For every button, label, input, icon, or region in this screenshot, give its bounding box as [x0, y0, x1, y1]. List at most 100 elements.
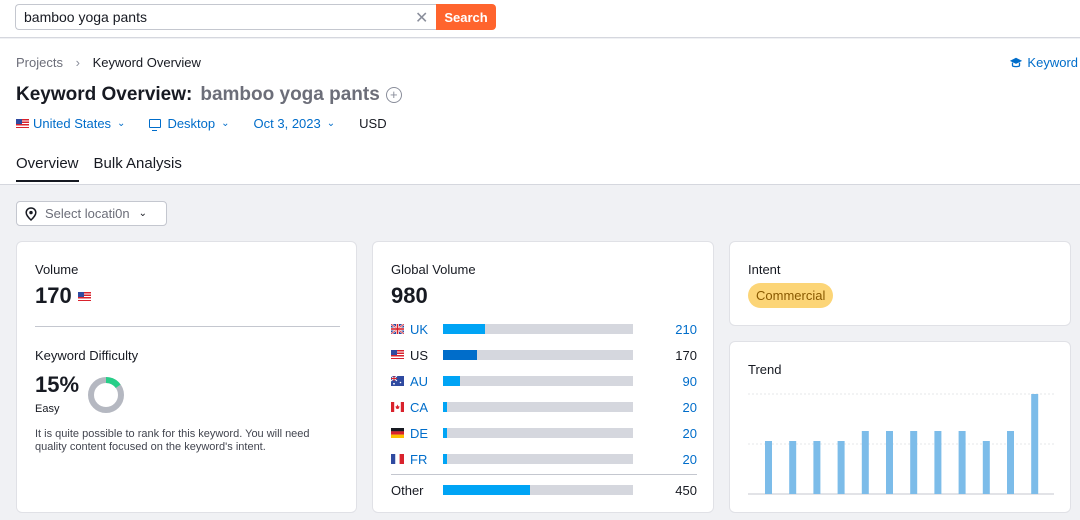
- keyword-guide-label: Keyword: [1027, 55, 1078, 70]
- volume-bar: [443, 428, 633, 438]
- country-code[interactable]: AU: [410, 374, 434, 389]
- volume-bar-fill: [443, 324, 485, 334]
- divider: [35, 326, 340, 327]
- country-volume: 170: [675, 347, 697, 363]
- trend-bar[interactable]: [837, 441, 845, 494]
- trend-bar[interactable]: [765, 441, 772, 494]
- other-volume: 450: [675, 482, 697, 498]
- us-flag-icon: [16, 119, 29, 128]
- breadcrumb-current: Keyword Overview: [92, 55, 201, 70]
- chevron-down-icon: ⌄: [326, 118, 336, 129]
- page-title-prefix: Keyword Overview:: [16, 84, 193, 105]
- country-row-uk: UK 210: [391, 321, 697, 337]
- country-row-fr: FR 20: [391, 451, 697, 467]
- tab-bulk-analysis[interactable]: Bulk Analysis: [94, 155, 182, 182]
- date-filter[interactable]: Oct 3, 2023 ⌄: [254, 116, 336, 131]
- search-field[interactable]: ✕: [15, 4, 437, 30]
- intent-label: Intent: [748, 262, 781, 277]
- volume-bar-fill: [443, 402, 447, 412]
- breadcrumb: Projects › Keyword Overview: [16, 55, 201, 70]
- breadcrumb-chevron-icon: ›: [75, 55, 80, 70]
- volume-bar-fill: [443, 454, 447, 464]
- global-volume-value: 980: [391, 283, 428, 308]
- chevron-down-icon: ⌄: [138, 208, 147, 219]
- search-button[interactable]: Search: [436, 4, 496, 30]
- fr-flag-icon: [391, 454, 404, 464]
- filters-bar: United States ⌄ Desktop ⌄ Oct 3, 2023 ⌄ …: [16, 116, 387, 131]
- volume-bar: [443, 485, 633, 495]
- country-volume[interactable]: 90: [683, 374, 697, 389]
- country-filter[interactable]: United States ⌄: [16, 116, 125, 131]
- us-flag-icon: [77, 291, 91, 301]
- trend-bar[interactable]: [813, 441, 821, 494]
- add-to-list-icon[interactable]: +: [385, 87, 402, 103]
- location-pin-icon: [25, 206, 37, 221]
- search-input[interactable]: [16, 5, 396, 29]
- chevron-down-icon: ⌄: [117, 118, 126, 129]
- trend-card: Trend: [729, 341, 1071, 513]
- trend-label: Trend: [748, 362, 782, 377]
- country-volume[interactable]: 20: [683, 400, 697, 415]
- trend-bar[interactable]: [886, 431, 893, 494]
- difficulty-value: 15%: [35, 372, 80, 397]
- difficulty-donut: [88, 377, 124, 413]
- volume-bar-fill: [443, 485, 531, 495]
- volume-bar: [443, 350, 633, 360]
- trend-bar[interactable]: [1007, 431, 1014, 494]
- currency-label: USD: [359, 116, 387, 131]
- volume-card: Volume 170 Keyword Difficulty 15% Easy I…: [16, 241, 357, 513]
- volume-bar: [443, 376, 633, 386]
- volume-bar-fill: [443, 376, 461, 386]
- intent-badge: Commercial: [748, 283, 834, 308]
- country-code[interactable]: FR: [410, 452, 434, 467]
- tab-overview[interactable]: Overview: [16, 155, 79, 182]
- keyword-guide-link[interactable]: Keyword: [1009, 55, 1078, 70]
- global-volume-card: Global Volume 980 UK 210 US 170 AU 90 CA…: [372, 241, 714, 513]
- volume-bar: [443, 454, 633, 464]
- country-row-de: DE 20: [391, 425, 697, 441]
- country-code[interactable]: CA: [410, 400, 434, 415]
- country-row-au: AU 90: [391, 373, 697, 389]
- country-code[interactable]: DE: [410, 426, 434, 441]
- location-select[interactable]: Select locati0n ⌄: [16, 201, 167, 226]
- global-volume-label: Global Volume: [391, 262, 476, 277]
- country-code: US: [410, 347, 429, 363]
- location-select-placeholder: Select locati0n: [45, 206, 130, 221]
- trend-bar[interactable]: [1031, 394, 1039, 494]
- trend-bar[interactable]: [958, 431, 966, 494]
- difficulty-level: Easy: [35, 403, 60, 415]
- divider: [391, 474, 697, 475]
- country-volume[interactable]: 210: [675, 322, 697, 337]
- country-volume[interactable]: 20: [683, 452, 697, 467]
- difficulty-description: It is quite possible to rank for this ke…: [35, 428, 310, 453]
- top-search-bar: ✕ Search: [0, 0, 1080, 38]
- intent-card: Intent Commercial: [729, 241, 1071, 326]
- page-header: Projects › Keyword Overview Keyword Keyw…: [0, 39, 1080, 185]
- country-code[interactable]: UK: [410, 322, 434, 337]
- trend-bar[interactable]: [861, 431, 869, 494]
- breadcrumb-projects[interactable]: Projects: [16, 55, 63, 70]
- volume-bar-fill: [443, 350, 478, 360]
- au-flag-icon: [391, 376, 404, 386]
- difficulty-label: Keyword Difficulty: [35, 348, 139, 363]
- tabs: Overview Bulk Analysis: [16, 155, 197, 182]
- de-flag-icon: [391, 428, 404, 438]
- date-filter-label: Oct 3, 2023: [253, 116, 321, 131]
- volume-bar: [443, 402, 633, 412]
- country-row-other: Other 450: [391, 482, 697, 498]
- uk-flag-icon: [391, 324, 404, 334]
- clear-search-icon[interactable]: ✕: [415, 8, 428, 28]
- device-filter[interactable]: Desktop ⌄: [149, 116, 230, 131]
- country-volume[interactable]: 20: [683, 426, 697, 441]
- page-title-keyword: bamboo yoga pants: [200, 84, 380, 105]
- volume-bar: [443, 324, 633, 334]
- trend-bar[interactable]: [934, 431, 942, 494]
- other-label: Other: [391, 482, 424, 498]
- trend-bar[interactable]: [789, 441, 797, 494]
- country-row-ca: CA 20: [391, 399, 697, 415]
- trend-bar[interactable]: [982, 441, 990, 494]
- page-title: Keyword Overview: bamboo yoga pants +: [16, 84, 402, 106]
- volume-value-row: 170: [35, 283, 91, 309]
- ca-flag-icon: [391, 402, 404, 412]
- trend-bar[interactable]: [910, 431, 918, 494]
